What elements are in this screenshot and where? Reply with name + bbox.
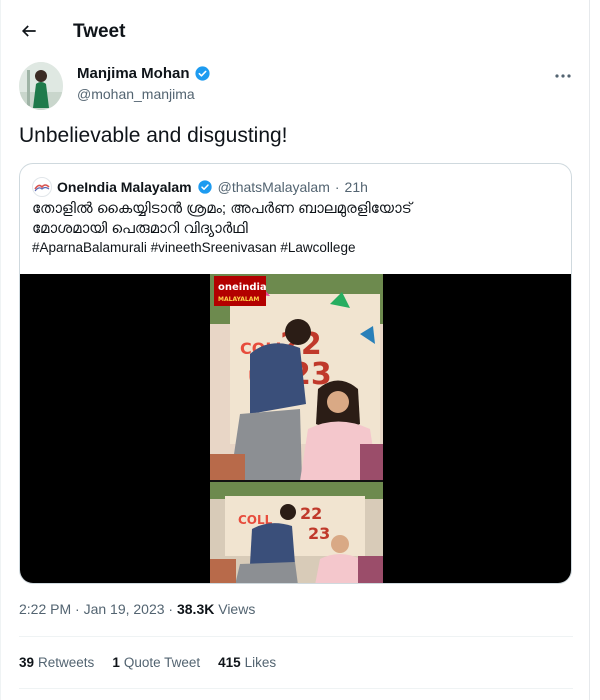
page-header: Tweet <box>1 0 591 62</box>
tweet-time[interactable]: 2:22 PM · Jan 19, 2023 · <box>19 601 177 617</box>
likes-label: Likes <box>244 655 277 670</box>
page-title: Tweet <box>73 21 126 42</box>
video-thumbnail[interactable]: 22 23 COLL UNI <box>210 274 383 583</box>
quoted-tweet[interactable]: OneIndia Malayalam @thatsMalayalam · 21h… <box>19 163 572 584</box>
likes-count: 415 <box>218 655 241 670</box>
retweets-count: 39 <box>19 655 35 670</box>
verified-badge-icon <box>194 66 210 81</box>
tweet-page: Tweet Manjima Mohan @mohan_manjima Unbel… <box>0 0 590 700</box>
author-name-row: Manjima Mohan <box>77 65 211 82</box>
verified-badge-icon <box>197 180 212 194</box>
quote-time[interactable]: 21h <box>345 179 368 195</box>
tweet-stats: 39 Retweets 1 Quote Tweet 415 Likes <box>19 655 276 670</box>
views-count: 38.3K <box>176 601 215 617</box>
video-logo-subtext: MALAYALAM <box>218 296 259 303</box>
quote-separator: · <box>334 179 340 195</box>
likes-stat[interactable]: 415 Likes <box>218 655 276 670</box>
author-avatar[interactable] <box>19 62 63 110</box>
more-horizontal-icon <box>555 74 571 78</box>
quote-tweets-count: 1 <box>112 655 120 670</box>
divider <box>19 688 573 689</box>
video-logo-text: oneindia <box>218 282 267 293</box>
author-handle[interactable]: @mohan_manjima <box>77 86 195 102</box>
retweets-stat[interactable]: 39 Retweets <box>19 655 94 670</box>
more-options-button[interactable] <box>551 64 575 88</box>
quote-header: OneIndia Malayalam @thatsMalayalam · 21h <box>32 177 368 197</box>
quote-tweets-stat[interactable]: 1 Quote Tweet <box>112 655 200 670</box>
author-name[interactable]: Manjima Mohan <box>77 65 190 82</box>
quote-author-name[interactable]: OneIndia Malayalam <box>57 179 192 195</box>
svg-text:23: 23 <box>308 524 330 543</box>
quote-hashtags[interactable]: #AparnaBalamurali #vineethSreenivasan #L… <box>32 240 355 255</box>
quote-avatar[interactable] <box>32 177 52 197</box>
back-button[interactable] <box>15 17 43 45</box>
tweet-text: Unbelievable and disgusting! <box>19 124 288 147</box>
quote-text-line-2: മോശമായി പെരുമാറി വിദ്യാർഥി <box>32 220 248 237</box>
tweet-author: Manjima Mohan @mohan_manjima <box>19 62 579 112</box>
tweet-timestamp[interactable]: 2:22 PM · Jan 19, 2023 · 38.3K Views <box>19 601 255 617</box>
back-arrow-icon <box>21 25 36 37</box>
quote-media[interactable]: 22 23 COLL UNI <box>20 274 571 583</box>
divider <box>19 636 573 637</box>
retweets-label: Retweets <box>38 655 95 670</box>
quote-tweets-label: Quote Tweet <box>123 655 201 670</box>
quote-text-line-1: തോളിൽ കൈയ്യിടാൻ ശ്രമം; അപർണ ബാലമുരളിയോട് <box>32 200 412 217</box>
svg-text:22: 22 <box>300 504 322 523</box>
quote-author-handle[interactable]: @thatsMalayalam <box>218 179 330 195</box>
views-label: Views <box>214 601 256 617</box>
